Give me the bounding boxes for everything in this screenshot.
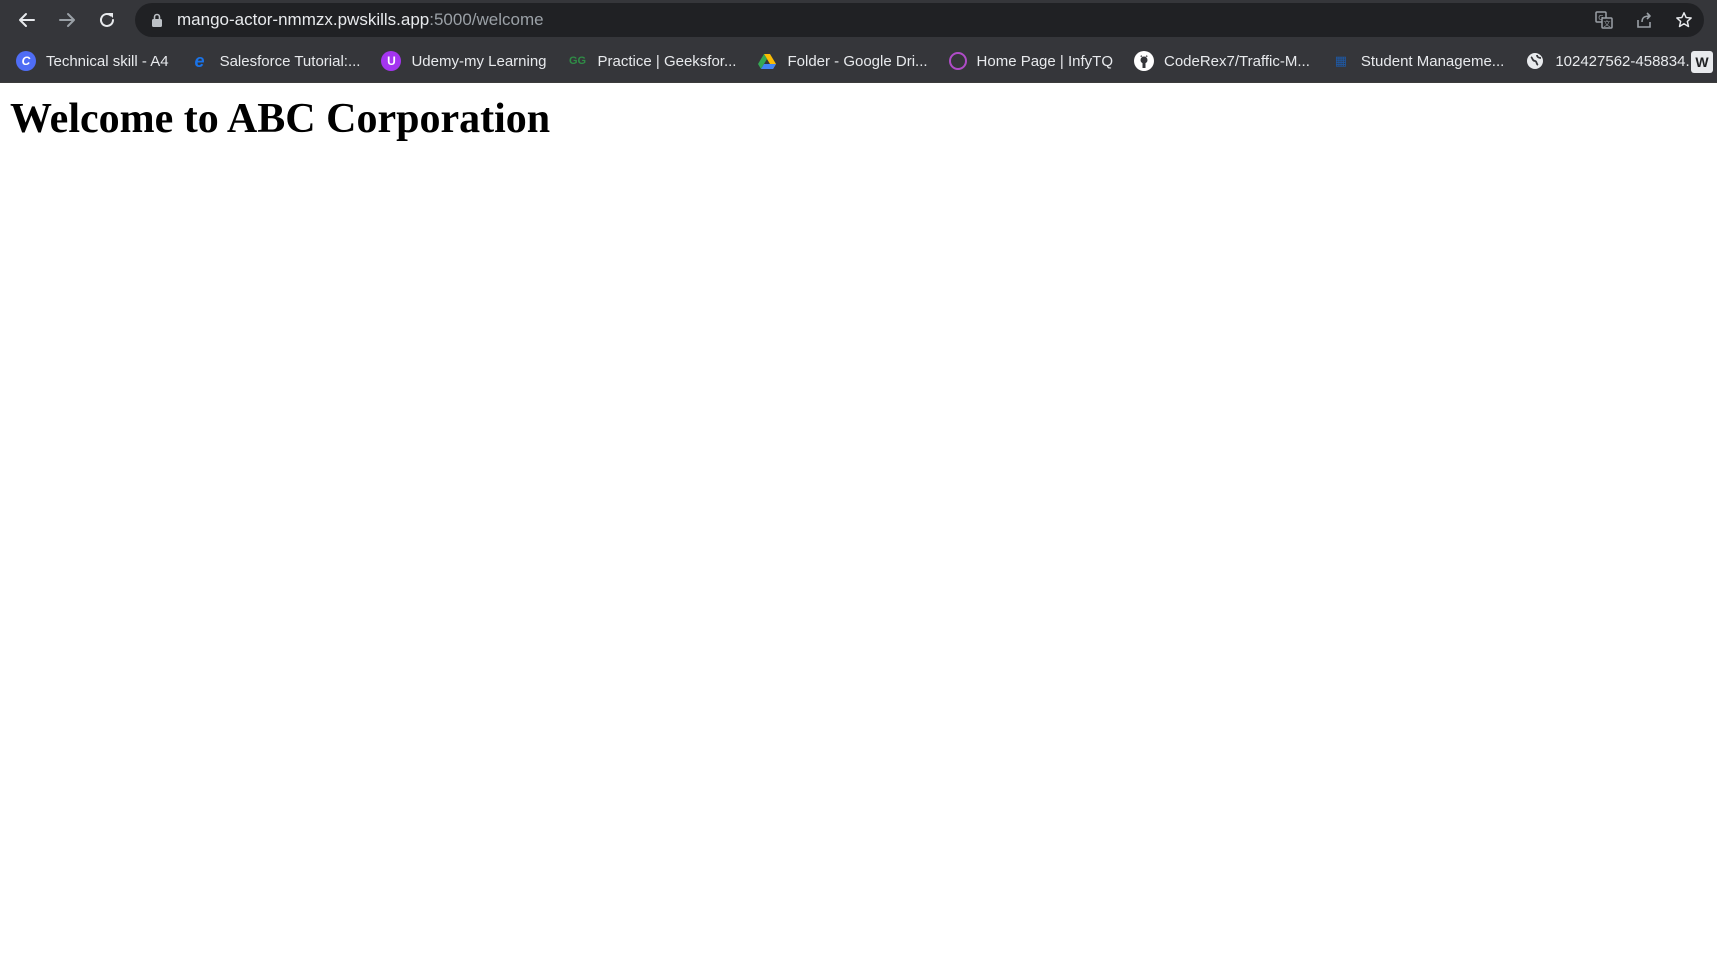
page-title: Welcome to ABC Corporation <box>10 96 551 142</box>
bookmark-label: 102427562-458834... <box>1555 52 1698 70</box>
bookmark-label: Student Manageme... <box>1360 52 1505 70</box>
github-icon <box>1133 51 1154 71</box>
bookmark-technical-skill[interactable]: C Technical skill - A4 <box>16 51 169 71</box>
address-bar[interactable]: mango-actor-nmmzx.pwskills.app:5000/welc… <box>135 3 1704 37</box>
back-button[interactable] <box>11 4 43 36</box>
reload-button[interactable] <box>91 4 123 36</box>
forward-arrow-icon <box>59 13 75 27</box>
url-text[interactable]: mango-actor-nmmzx.pwskills.app:5000/welc… <box>177 10 544 30</box>
e-logo-icon: e <box>194 50 205 71</box>
star-icon[interactable] <box>1674 10 1694 30</box>
svg-text:文: 文 <box>1604 19 1611 28</box>
back-arrow-icon <box>19 13 35 27</box>
bookmark-label: Udemy-my Learning <box>411 52 547 70</box>
forward-button[interactable] <box>51 4 83 36</box>
globe-icon <box>1525 51 1545 71</box>
bookmark-student-management[interactable]: ▦ Student Manageme... <box>1331 51 1505 71</box>
bookmark-label: Technical skill - A4 <box>46 52 169 70</box>
url-path: :5000/welcome <box>429 10 544 29</box>
bookmarks-bar: C Technical skill - A4 e Salesforce Tuto… <box>0 40 1717 83</box>
bookmark-globe-file[interactable]: 102427562-458834... <box>1525 51 1698 71</box>
c-logo-icon: C <box>16 51 36 71</box>
bookmark-label: Home Page | InfyTQ <box>976 52 1113 70</box>
bookmark-label: Folder - Google Dri... <box>787 52 928 70</box>
translate-icon[interactable]: G 文 <box>1594 10 1614 30</box>
bookmark-udemy[interactable]: U Udemy-my Learning <box>381 51 547 71</box>
reload-icon <box>100 12 114 27</box>
bookmark-salesforce-tutorial[interactable]: e Salesforce Tutorial:... <box>190 51 361 71</box>
share-icon[interactable] <box>1634 10 1654 30</box>
bookmark-overflow-favicon[interactable]: W <box>1691 51 1713 73</box>
browser-toolbar: mango-actor-nmmzx.pwskills.app:5000/welc… <box>0 0 1717 40</box>
udemy-icon: U <box>381 51 402 71</box>
infytq-icon <box>948 52 967 70</box>
google-drive-icon <box>757 51 777 71</box>
url-host: mango-actor-nmmzx.pwskills.app <box>177 10 430 29</box>
lock-icon[interactable] <box>150 13 164 27</box>
bookmark-label: Practice | Geeksfor... <box>597 52 737 70</box>
bookmark-label: Salesforce Tutorial:... <box>219 52 361 70</box>
geeksforgeeks-icon: GG <box>568 55 587 67</box>
bookmark-github-traffic[interactable]: CodeRex7/Traffic-M... <box>1133 51 1310 71</box>
bookmark-google-drive[interactable]: Folder - Google Dri... <box>757 51 928 71</box>
page-content: Welcome to ABC Corporation <box>0 95 1717 143</box>
bookmark-infytq[interactable]: Home Page | InfyTQ <box>948 52 1113 70</box>
bookmark-geeksforgeeks[interactable]: GG Practice | Geeksfor... <box>568 51 737 71</box>
student-app-icon: ▦ <box>1334 53 1348 68</box>
favicon-icon: W <box>1695 54 1709 70</box>
bookmark-label: CodeRex7/Traffic-M... <box>1163 52 1310 70</box>
